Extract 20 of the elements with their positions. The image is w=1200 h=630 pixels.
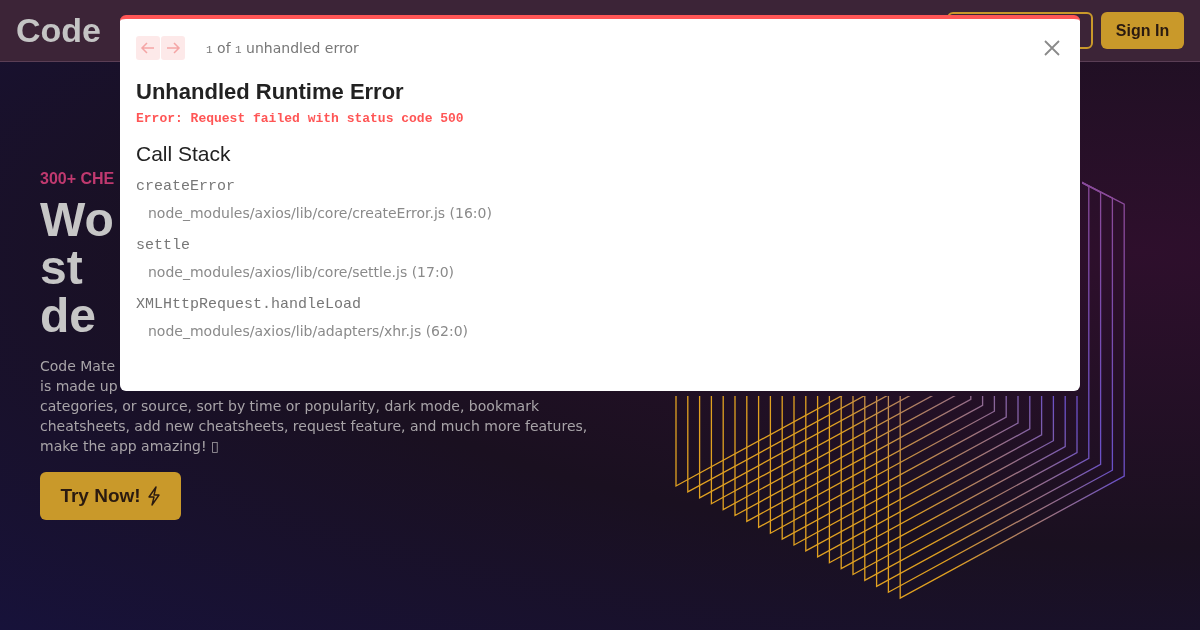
logo[interactable]: Code (16, 11, 101, 50)
function-name: XMLHttpRequest.handleLoad (136, 296, 363, 313)
function-name: settle (136, 237, 191, 254)
error-message: Error: Request failed with status code 500 (136, 111, 465, 126)
try-now-button[interactable]: Try Now! (40, 472, 181, 520)
function-name: createError (136, 178, 237, 195)
hero-description: Code Mate is made up categories, or source, sort by time or popularity, dark mode, bookmark cheatsheets, add new cheatsheets, request feature, and much more features, make the app amazing! ▯ (40, 357, 589, 456)
lightning-icon (146, 486, 161, 506)
eyebrow-text: 300+ CHE (40, 170, 115, 188)
file-location[interactable]: node_modules/axios/lib/core/settle.js (17:0) (148, 264, 1064, 280)
file-location[interactable]: node_modules/axios/lib/core/createError.js (16:0) (148, 205, 1064, 221)
sign-in-button[interactable]: Sign In (1101, 12, 1184, 49)
close-button[interactable] (1044, 40, 1060, 56)
error-counter: 1 of 1 unhandled error (206, 40, 359, 56)
right-arrow-icon (165, 40, 181, 56)
hero-heading: Wo st de (40, 196, 114, 340)
error-title: Unhandled Runtime Error (136, 79, 405, 105)
file-location[interactable]: node_modules/axios/lib/adapters/xhr.js (62:0) (148, 323, 1064, 339)
left-arrow-icon (140, 40, 156, 56)
call-stack-title: Call Stack (136, 142, 232, 166)
